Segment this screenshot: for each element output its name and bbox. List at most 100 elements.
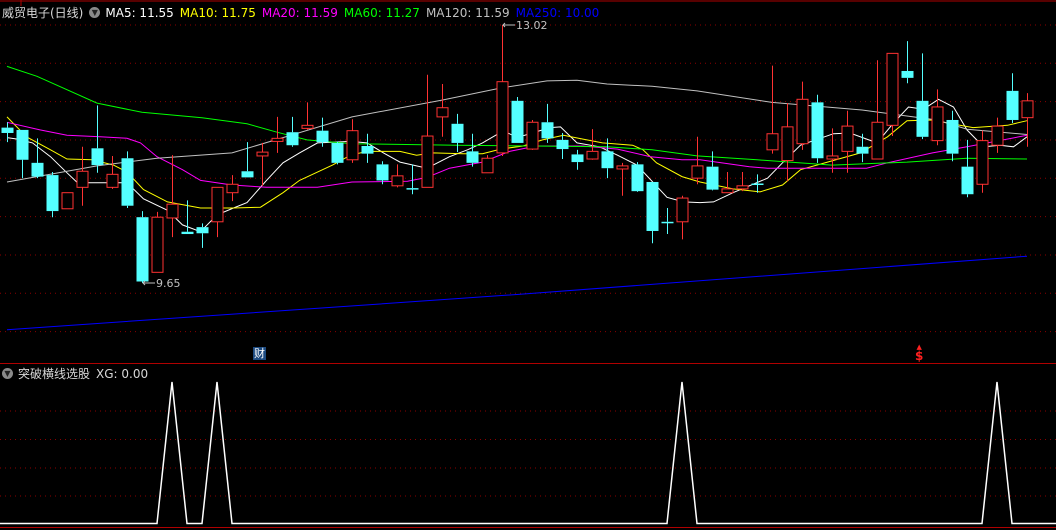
candle-body [616, 165, 629, 170]
candle-body [511, 100, 524, 143]
candle-body [661, 221, 674, 224]
candle-body [436, 107, 449, 118]
candle-body [361, 145, 374, 154]
candle-body [91, 148, 104, 166]
candle-up [226, 175, 239, 202]
candle-body [1021, 100, 1034, 119]
finance-marker[interactable]: 财 [253, 347, 266, 360]
indicator-title: 突破横线选股 [18, 367, 91, 381]
candle-down [1, 122, 14, 143]
candle-up [61, 192, 74, 210]
candle-up [676, 195, 689, 240]
candle-body [556, 139, 569, 150]
ma60-value: MA60: 11.27 [343, 5, 420, 20]
ma5-value: MA5: 11.55 [105, 5, 174, 20]
candle-up [346, 119, 359, 163]
candle-body [31, 162, 44, 177]
candle-body [916, 100, 929, 137]
candle-down [631, 162, 644, 192]
candle-body [346, 130, 359, 161]
candle-body [781, 126, 794, 162]
candle-down [331, 141, 344, 165]
candle-body [316, 130, 329, 143]
candle-down [451, 113, 464, 153]
candle-up [871, 60, 884, 160]
ma250-value: MA250: 10.00 [515, 5, 600, 20]
candle-down [16, 129, 29, 179]
candle-body [196, 227, 209, 234]
candle-body [676, 197, 689, 223]
candle-body [481, 157, 494, 174]
candle-body [826, 155, 839, 160]
candle-body [451, 123, 464, 143]
candle-body [391, 175, 404, 187]
candle-down [91, 105, 104, 173]
candlesticks [1, 25, 1034, 284]
candle-body [526, 121, 539, 150]
candle-down [811, 94, 824, 163]
dollar-marker[interactable]: ▲ $ [915, 344, 923, 363]
candle-up [151, 211, 164, 273]
candle-up [721, 172, 734, 194]
candle-up [481, 155, 494, 174]
candle-body [601, 151, 614, 169]
candle-body [691, 165, 704, 179]
ma120-value: MA120: 11.59 [425, 5, 510, 20]
candle-body [241, 171, 254, 178]
candle-down [916, 53, 929, 140]
candle-body [856, 146, 869, 154]
candle-down [466, 133, 479, 167]
candle-body [646, 181, 659, 231]
candle-body [736, 185, 749, 190]
candle-body [16, 129, 29, 160]
candle-body [466, 151, 479, 163]
ma10-value: MA10: 11.75 [179, 5, 256, 20]
candle-body [1, 127, 14, 133]
candle-body [421, 135, 434, 188]
candle-up [106, 155, 119, 189]
candle-down [136, 211, 149, 284]
candle-body [586, 150, 599, 160]
candle-down [286, 116, 299, 147]
candle-body [946, 119, 959, 154]
candle-up [691, 136, 704, 185]
candle-up [256, 142, 269, 186]
chevron-down-icon[interactable]: ▼ [2, 368, 13, 379]
chevron-down-icon[interactable]: ▼ [89, 7, 101, 18]
candle-down [661, 208, 674, 235]
candle-up [391, 164, 404, 188]
candle-body [706, 166, 719, 190]
candle-body [166, 203, 179, 219]
stock-chart[interactable]: 13.029.65 [0, 0, 1056, 530]
main-chart-header: 威贸电子(日线) ▼ MA5: 11.55 MA10: 11.75 MA20: … [2, 4, 605, 21]
candle-up [781, 103, 794, 182]
candle-body [406, 188, 419, 190]
candle-down [121, 151, 134, 209]
candle-body [211, 186, 224, 223]
candle-body [226, 183, 239, 194]
candle-body [886, 52, 899, 126]
candle-body [1006, 90, 1019, 120]
candle-up [496, 25, 509, 156]
candle-body [376, 164, 389, 181]
candle-body [271, 137, 284, 142]
candle-down [46, 172, 59, 218]
candle-down [646, 181, 659, 244]
candle-up [976, 130, 989, 193]
candle-body [286, 132, 299, 146]
candle-up [931, 89, 944, 146]
annotation-arrow [142, 280, 155, 286]
indicator-header: ▼ 突破横线选股 XG: 0.00 [2, 365, 154, 382]
candle-up [991, 117, 1004, 153]
candle-down [181, 200, 194, 235]
candle-body [46, 175, 59, 212]
candle-down [571, 149, 584, 170]
candle-body [796, 98, 809, 145]
candle-body [901, 70, 914, 78]
candle-up [616, 162, 629, 196]
candle-up [796, 81, 809, 150]
candle-up [271, 116, 284, 153]
stock-title: 威贸电子(日线) [2, 6, 84, 20]
candle-body [151, 216, 164, 273]
candle-body [931, 106, 944, 142]
